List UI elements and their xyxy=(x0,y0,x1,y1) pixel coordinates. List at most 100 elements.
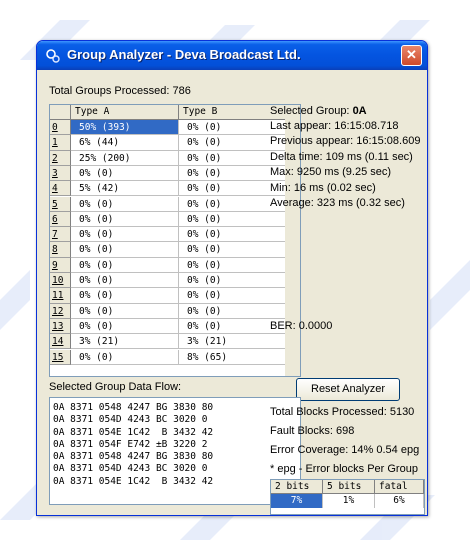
bits-value-2: 7% xyxy=(271,494,323,508)
cell-type-a[interactable]: 0% (0) xyxy=(71,196,179,212)
flow-line: 0A 8371 054D 4243 BC 3020 0 xyxy=(53,463,208,475)
previous-appear: Previous appear: 16:15:08.609 xyxy=(270,135,421,147)
cell-type-a[interactable]: 25% (200) xyxy=(71,150,179,166)
row-group-id[interactable]: 2 xyxy=(50,150,71,166)
flow-line: 0A 8371 0548 4247 BG 3830 80 xyxy=(53,402,214,413)
title-bar[interactable]: Group Analyzer - Deva Broadcast Ltd. ✕ xyxy=(37,41,427,70)
row-group-id[interactable]: 0 xyxy=(50,120,71,136)
table-header: Type A Type B xyxy=(50,105,300,120)
bits-header-5: 5 bits xyxy=(323,480,375,494)
cell-type-a[interactable]: 0% (0) xyxy=(71,318,179,335)
total-blocks: Total Blocks Processed: 5130 xyxy=(270,406,415,418)
cell-type-a[interactable]: 0% (0) xyxy=(71,211,179,228)
table-row[interactable]: 6 0% (0) 0% (0) xyxy=(50,211,300,228)
reset-analyzer-button[interactable]: Reset Analyzer xyxy=(296,378,400,401)
cell-type-a[interactable]: 0% (0) xyxy=(71,303,179,319)
row-group-id[interactable]: 11 xyxy=(50,288,71,304)
row-group-id[interactable]: 15 xyxy=(50,349,71,365)
cell-type-b[interactable]: 8% (65) xyxy=(179,349,287,365)
table-row[interactable]: 10 0% (0) 0% (0) xyxy=(50,273,300,289)
row-group-id[interactable]: 12 xyxy=(50,303,71,319)
cell-type-b[interactable]: 0% (0) xyxy=(179,303,287,319)
table-row[interactable]: 8 0% (0) 0% (0) xyxy=(50,242,300,258)
row-group-id[interactable]: 14 xyxy=(50,334,71,350)
row-group-id[interactable]: 4 xyxy=(50,181,71,197)
app-icon xyxy=(46,49,60,63)
group-table[interactable]: Type A Type B 0 50% (393) 0% (0) 1 6% (44) 0%… xyxy=(49,104,301,377)
cell-type-b[interactable]: 0% (0) xyxy=(179,211,287,228)
flow-line: 0A 8371 054D 4243 BC 3020 0 xyxy=(53,414,208,426)
cell-type-a[interactable]: 5% (42) xyxy=(71,181,179,197)
cell-type-b[interactable]: 0% (0) xyxy=(179,273,287,289)
epg-note: * epg - Error blocks Per Group xyxy=(270,463,418,475)
selected-group-value: 0A xyxy=(352,105,367,117)
flow-line: 0A 8371 054E 1C42 B 3432 42 xyxy=(53,426,214,438)
bits-value-fatal: 6% xyxy=(375,494,424,508)
table-row[interactable]: 3 0% (0) 0% (0) xyxy=(50,165,300,182)
cell-type-b[interactable]: 0% (0) xyxy=(179,288,287,304)
error-coverage: Error Coverage: 14% 0.54 epg xyxy=(270,444,420,456)
cell-type-a[interactable]: 0% (0) xyxy=(71,242,179,258)
cell-type-a[interactable]: 50% (393) xyxy=(71,120,179,136)
cell-type-a[interactable]: 0% (0) xyxy=(71,273,179,289)
table-row[interactable]: 2 25% (200) 0% (0) xyxy=(50,150,300,166)
total-groups-value: 786 xyxy=(172,85,191,97)
row-group-id[interactable]: 6 xyxy=(50,211,71,228)
flow-line: 0A 8371 054E 1C42 B 3432 42 xyxy=(53,475,214,487)
cell-type-a[interactable]: 0% (0) xyxy=(71,288,179,304)
flow-line: 0A 8371 054F E742 ±B 3220 2 xyxy=(53,438,208,450)
row-group-id[interactable]: 5 xyxy=(50,196,71,212)
data-flow-list[interactable]: 0A 8371 0548 4247 BG 3830 80 0A 8371 054D… xyxy=(49,397,301,505)
row-group-id[interactable]: 8 xyxy=(50,242,71,258)
table-row[interactable]: 14 3% (21) 3% (21) xyxy=(50,334,300,350)
header-corner xyxy=(50,105,71,119)
cell-type-b[interactable]: 3% (21) xyxy=(179,334,287,350)
table-row[interactable]: 12 0% (0) 0% (0) xyxy=(50,303,300,319)
cell-type-b[interactable]: 0% (0) xyxy=(179,242,287,258)
cell-type-a[interactable]: 0% (0) xyxy=(71,165,179,182)
cell-type-a[interactable]: 0% (0) xyxy=(71,349,179,365)
cell-type-b[interactable]: 0% (0) xyxy=(179,257,287,273)
table-row[interactable]: 13 0% (0) 0% (0) xyxy=(50,318,300,335)
window-title: Group Analyzer - Deva Broadcast Ltd. xyxy=(67,47,301,62)
cell-type-b[interactable]: 0% (0) xyxy=(179,227,287,243)
close-button[interactable]: ✕ xyxy=(401,45,422,66)
table-row[interactable]: 9 0% (0) 0% (0) xyxy=(50,257,300,273)
max-time: Max: 9250 ms (9.25 sec) xyxy=(270,166,392,178)
table-row[interactable]: 7 0% (0) 0% (0) xyxy=(50,227,300,243)
row-group-id[interactable]: 9 xyxy=(50,257,71,273)
bits-value-5: 1% xyxy=(323,494,375,508)
table-row[interactable]: 0 50% (393) 0% (0) xyxy=(50,120,300,136)
last-appear: Last appear: 16:15:08.718 xyxy=(270,120,399,132)
row-group-id[interactable]: 1 xyxy=(50,135,71,151)
table-row[interactable]: 5 0% (0) 0% (0) xyxy=(50,196,300,212)
bit-errors-table: 2 bits 5 bits fatal 7% 1% 6% xyxy=(270,479,425,515)
total-groups: Total Groups Processed: 786 xyxy=(49,85,191,97)
selected-group: Selected Group: 0A xyxy=(270,105,367,117)
table-row[interactable]: 15 0% (0) 8% (65) xyxy=(50,349,300,365)
selected-group-label: Selected Group: xyxy=(270,105,350,117)
flow-line: 0A 8371 0548 4247 BG 3830 80 xyxy=(53,451,214,463)
group-analyzer-window: Group Analyzer - Deva Broadcast Ltd. ✕ T… xyxy=(36,40,428,516)
cell-type-a[interactable]: 0% (0) xyxy=(71,227,179,243)
table-row[interactable]: 4 5% (42) 0% (0) xyxy=(50,181,300,197)
table-row[interactable]: 1 6% (44) 0% (0) xyxy=(50,135,300,151)
min-time: Min: 16 ms (0.02 sec) xyxy=(270,182,376,194)
row-group-id[interactable]: 3 xyxy=(50,165,71,182)
fault-blocks: Fault Blocks: 698 xyxy=(270,425,355,437)
table-row[interactable]: 11 0% (0) 0% (0) xyxy=(50,288,300,304)
bits-header-2: 2 bits xyxy=(271,480,323,494)
bits-header-fatal: fatal xyxy=(375,480,424,494)
total-groups-label: Total Groups Processed: xyxy=(49,85,170,97)
cell-type-a[interactable]: 3% (21) xyxy=(71,334,179,350)
average-time: Average: 323 ms (0.32 sec) xyxy=(270,197,405,209)
row-group-id[interactable]: 13 xyxy=(50,318,71,335)
client-area: Total Groups Processed: 786 Type A Type … xyxy=(41,71,425,515)
header-type-a[interactable]: Type A xyxy=(71,105,179,119)
cell-type-a[interactable]: 6% (44) xyxy=(71,135,179,151)
row-group-id[interactable]: 7 xyxy=(50,227,71,243)
delta-time: Delta time: 109 ms (0.11 sec) xyxy=(270,151,413,163)
cell-type-a[interactable]: 0% (0) xyxy=(71,257,179,273)
row-group-id[interactable]: 10 xyxy=(50,273,71,289)
ber-value: BER: 0.0000 xyxy=(270,320,333,332)
